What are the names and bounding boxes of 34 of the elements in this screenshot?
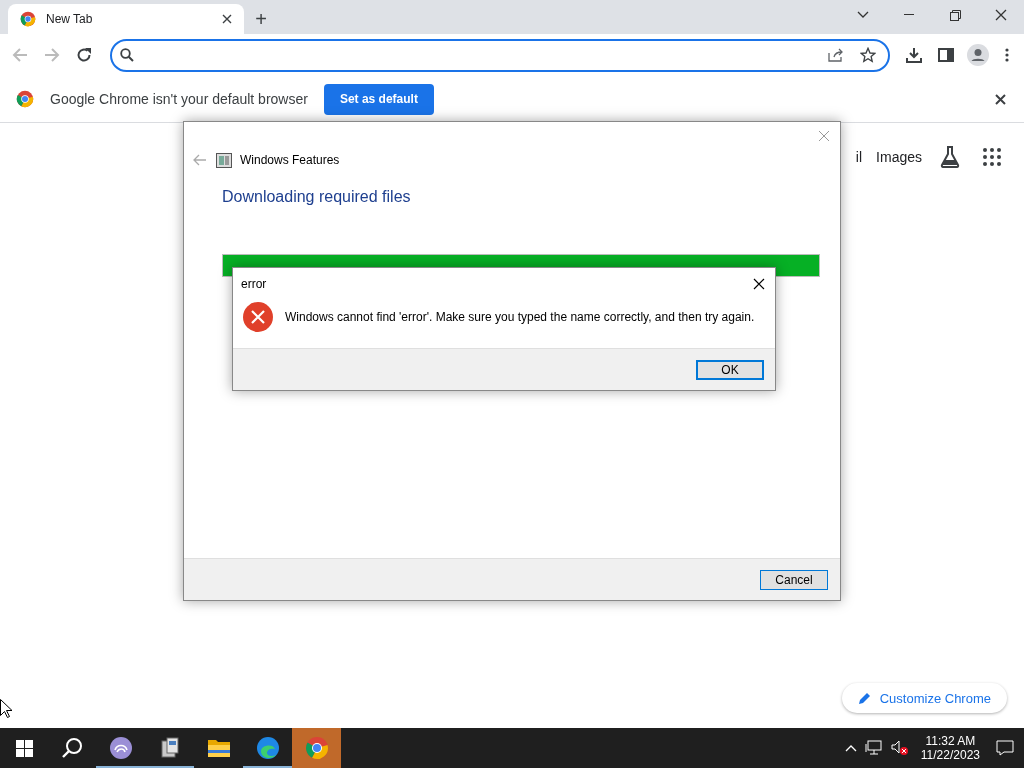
edge-icon xyxy=(255,736,280,760)
folder-icon xyxy=(206,737,231,759)
cancel-button[interactable]: Cancel xyxy=(760,569,828,590)
tab-title: New Tab xyxy=(46,12,94,26)
profile-avatar-icon[interactable] xyxy=(964,41,992,69)
ok-button[interactable]: OK xyxy=(696,359,764,380)
browser-tab[interactable]: New Tab xyxy=(8,4,244,34)
notification-icon[interactable] xyxy=(996,740,1014,756)
chevron-up-icon[interactable] xyxy=(844,744,857,752)
dialog-title: error xyxy=(241,277,267,291)
chrome-logo-icon xyxy=(16,90,34,108)
address-bar[interactable] xyxy=(110,38,890,72)
muted-speaker-icon[interactable] xyxy=(890,740,909,756)
close-icon[interactable] xyxy=(751,276,767,292)
chrome-tab-icon xyxy=(20,11,36,27)
error-icon xyxy=(243,302,273,332)
customize-chrome-button[interactable]: Customize Chrome xyxy=(841,683,1007,713)
search-icon xyxy=(61,737,83,759)
infobar-message: Google Chrome isn't your default browser xyxy=(50,91,308,107)
new-tab-button[interactable]: + xyxy=(244,4,278,34)
dialog-title: Windows Features xyxy=(240,153,340,167)
set-default-button[interactable]: Set as default xyxy=(323,83,434,115)
search-icon xyxy=(120,48,134,62)
header-link[interactable]: il xyxy=(855,149,863,165)
chrome-icon xyxy=(304,736,329,760)
header-link[interactable]: Images xyxy=(876,149,922,165)
dialog-heading: Downloading required files xyxy=(221,187,412,206)
swirl-app-icon xyxy=(108,736,133,760)
windows-logo-icon xyxy=(15,739,33,757)
network-icon[interactable] xyxy=(864,740,883,756)
features-window-icon xyxy=(216,152,232,168)
error-message: Windows cannot find 'error'. Make sure you typed the name correctly, and then try again. xyxy=(285,310,755,324)
pencil-icon xyxy=(857,691,872,705)
clock[interactable]: 11:32 AM 11/22/2023 xyxy=(920,734,980,762)
